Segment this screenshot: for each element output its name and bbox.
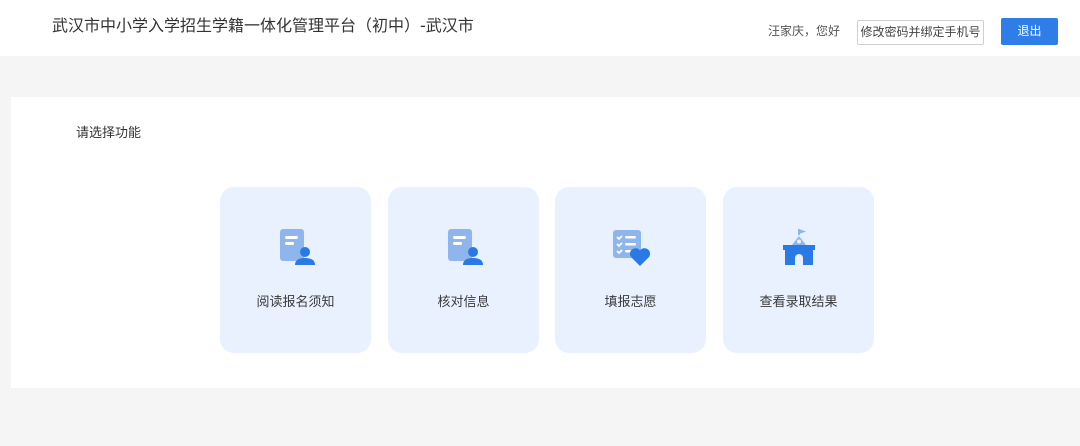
card-label: 核对信息 — [437, 295, 490, 310]
top-header: 武汉市中小学入学招生学籍一体化管理平台（初中）-武汉市 汪家庆，您好 修改密码并… — [0, 0, 1080, 56]
fill-preferences-card[interactable]: 填报志愿 — [555, 187, 706, 353]
document-user-icon — [447, 229, 483, 265]
verify-info-card[interactable]: 核对信息 — [388, 187, 539, 353]
function-panel: 请选择功能 阅读报名须知 核对信息 填报志愿 查看录取结果 — [11, 97, 1080, 388]
school-building-icon — [782, 229, 815, 265]
view-admission-result-card[interactable]: 查看录取结果 — [723, 187, 874, 353]
card-label: 查看录取结果 — [759, 295, 838, 310]
change-password-button[interactable]: 修改密码并绑定手机号 — [857, 20, 984, 45]
user-greeting: 汪家庆，您好 — [768, 24, 841, 38]
card-label: 阅读报名须知 — [256, 295, 335, 310]
logout-button[interactable]: 退出 — [1001, 18, 1058, 45]
card-label: 填报志愿 — [604, 295, 657, 310]
read-registration-notice-card[interactable]: 阅读报名须知 — [220, 187, 371, 353]
checklist-heart-icon — [612, 230, 650, 266]
section-title: 请选择功能 — [76, 126, 142, 141]
app-title: 武汉市中小学入学招生学籍一体化管理平台（初中）-武汉市 — [52, 16, 474, 35]
document-user-icon — [279, 229, 315, 265]
